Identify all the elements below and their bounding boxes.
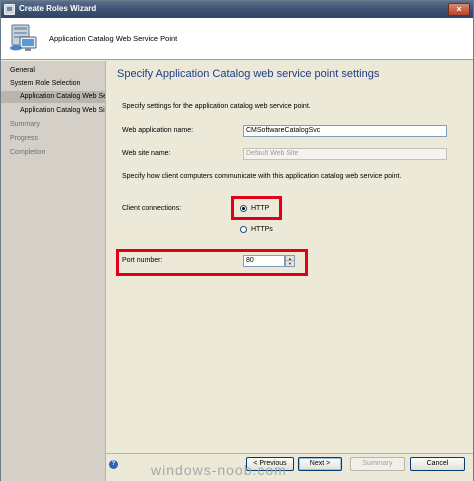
page-heading: Specify Application Catalog web service …: [117, 68, 380, 80]
http-label[interactable]: HTTP: [251, 205, 269, 212]
http-radio[interactable]: [240, 205, 247, 212]
wizard-content: Specify Application Catalog web service …: [105, 61, 473, 453]
header-title: Application Catalog Web Service Point: [49, 34, 178, 43]
web-site-name-label: Web site name:: [122, 150, 171, 157]
next-button[interactable]: Next >: [298, 457, 342, 471]
nav-item-completion: Completion: [10, 149, 46, 156]
watermark-text: windows-noob.com: [151, 462, 287, 478]
intro-text: Specify settings for the application cat…: [122, 103, 311, 110]
summary-button: Summary: [350, 457, 405, 471]
wizard-window: Create Roles Wizard × Application Catalo…: [0, 0, 474, 481]
port-number-input[interactable]: 80: [243, 255, 285, 267]
port-number-label: Port number:: [122, 257, 163, 264]
nav-item-app-catalog-web-service[interactable]: Application Catalog Web Se: [1, 91, 105, 103]
wizard-steps-nav: General System Role Selection Applicatio…: [1, 61, 105, 481]
spin-down-arrow-icon[interactable]: ▼: [286, 261, 294, 266]
web-app-name-label: Web application name:: [122, 127, 194, 134]
cancel-button[interactable]: Cancel: [410, 457, 465, 471]
computer-network-icon: [10, 24, 37, 51]
client-connections-label: Client connections:: [122, 205, 182, 212]
communicate-text: Specify how client computers communicate…: [122, 173, 402, 180]
title-bar[interactable]: Create Roles Wizard ×: [1, 1, 473, 18]
nav-item-summary: Summary: [10, 121, 40, 128]
port-number-spinner[interactable]: ▲ ▼: [285, 255, 295, 267]
nav-item-system-role-selection[interactable]: System Role Selection: [1, 78, 105, 90]
close-button[interactable]: ×: [448, 3, 470, 16]
web-app-name-input[interactable]: CMSoftwareCatalogSvc: [243, 125, 447, 137]
nav-item-general[interactable]: General: [1, 65, 105, 77]
wizard-header: Application Catalog Web Service Point: [1, 18, 473, 60]
https-radio[interactable]: [240, 226, 247, 233]
help-icon[interactable]: ?: [109, 460, 118, 469]
https-label[interactable]: HTTPs: [251, 226, 273, 233]
window-title: Create Roles Wizard: [19, 4, 97, 13]
wizard-app-icon: [4, 4, 15, 15]
nav-item-progress: Progress: [10, 135, 39, 142]
nav-item-app-catalog-web-site[interactable]: Application Catalog Web Sit: [1, 105, 105, 117]
web-site-name-input: Default Web Site: [243, 148, 447, 160]
